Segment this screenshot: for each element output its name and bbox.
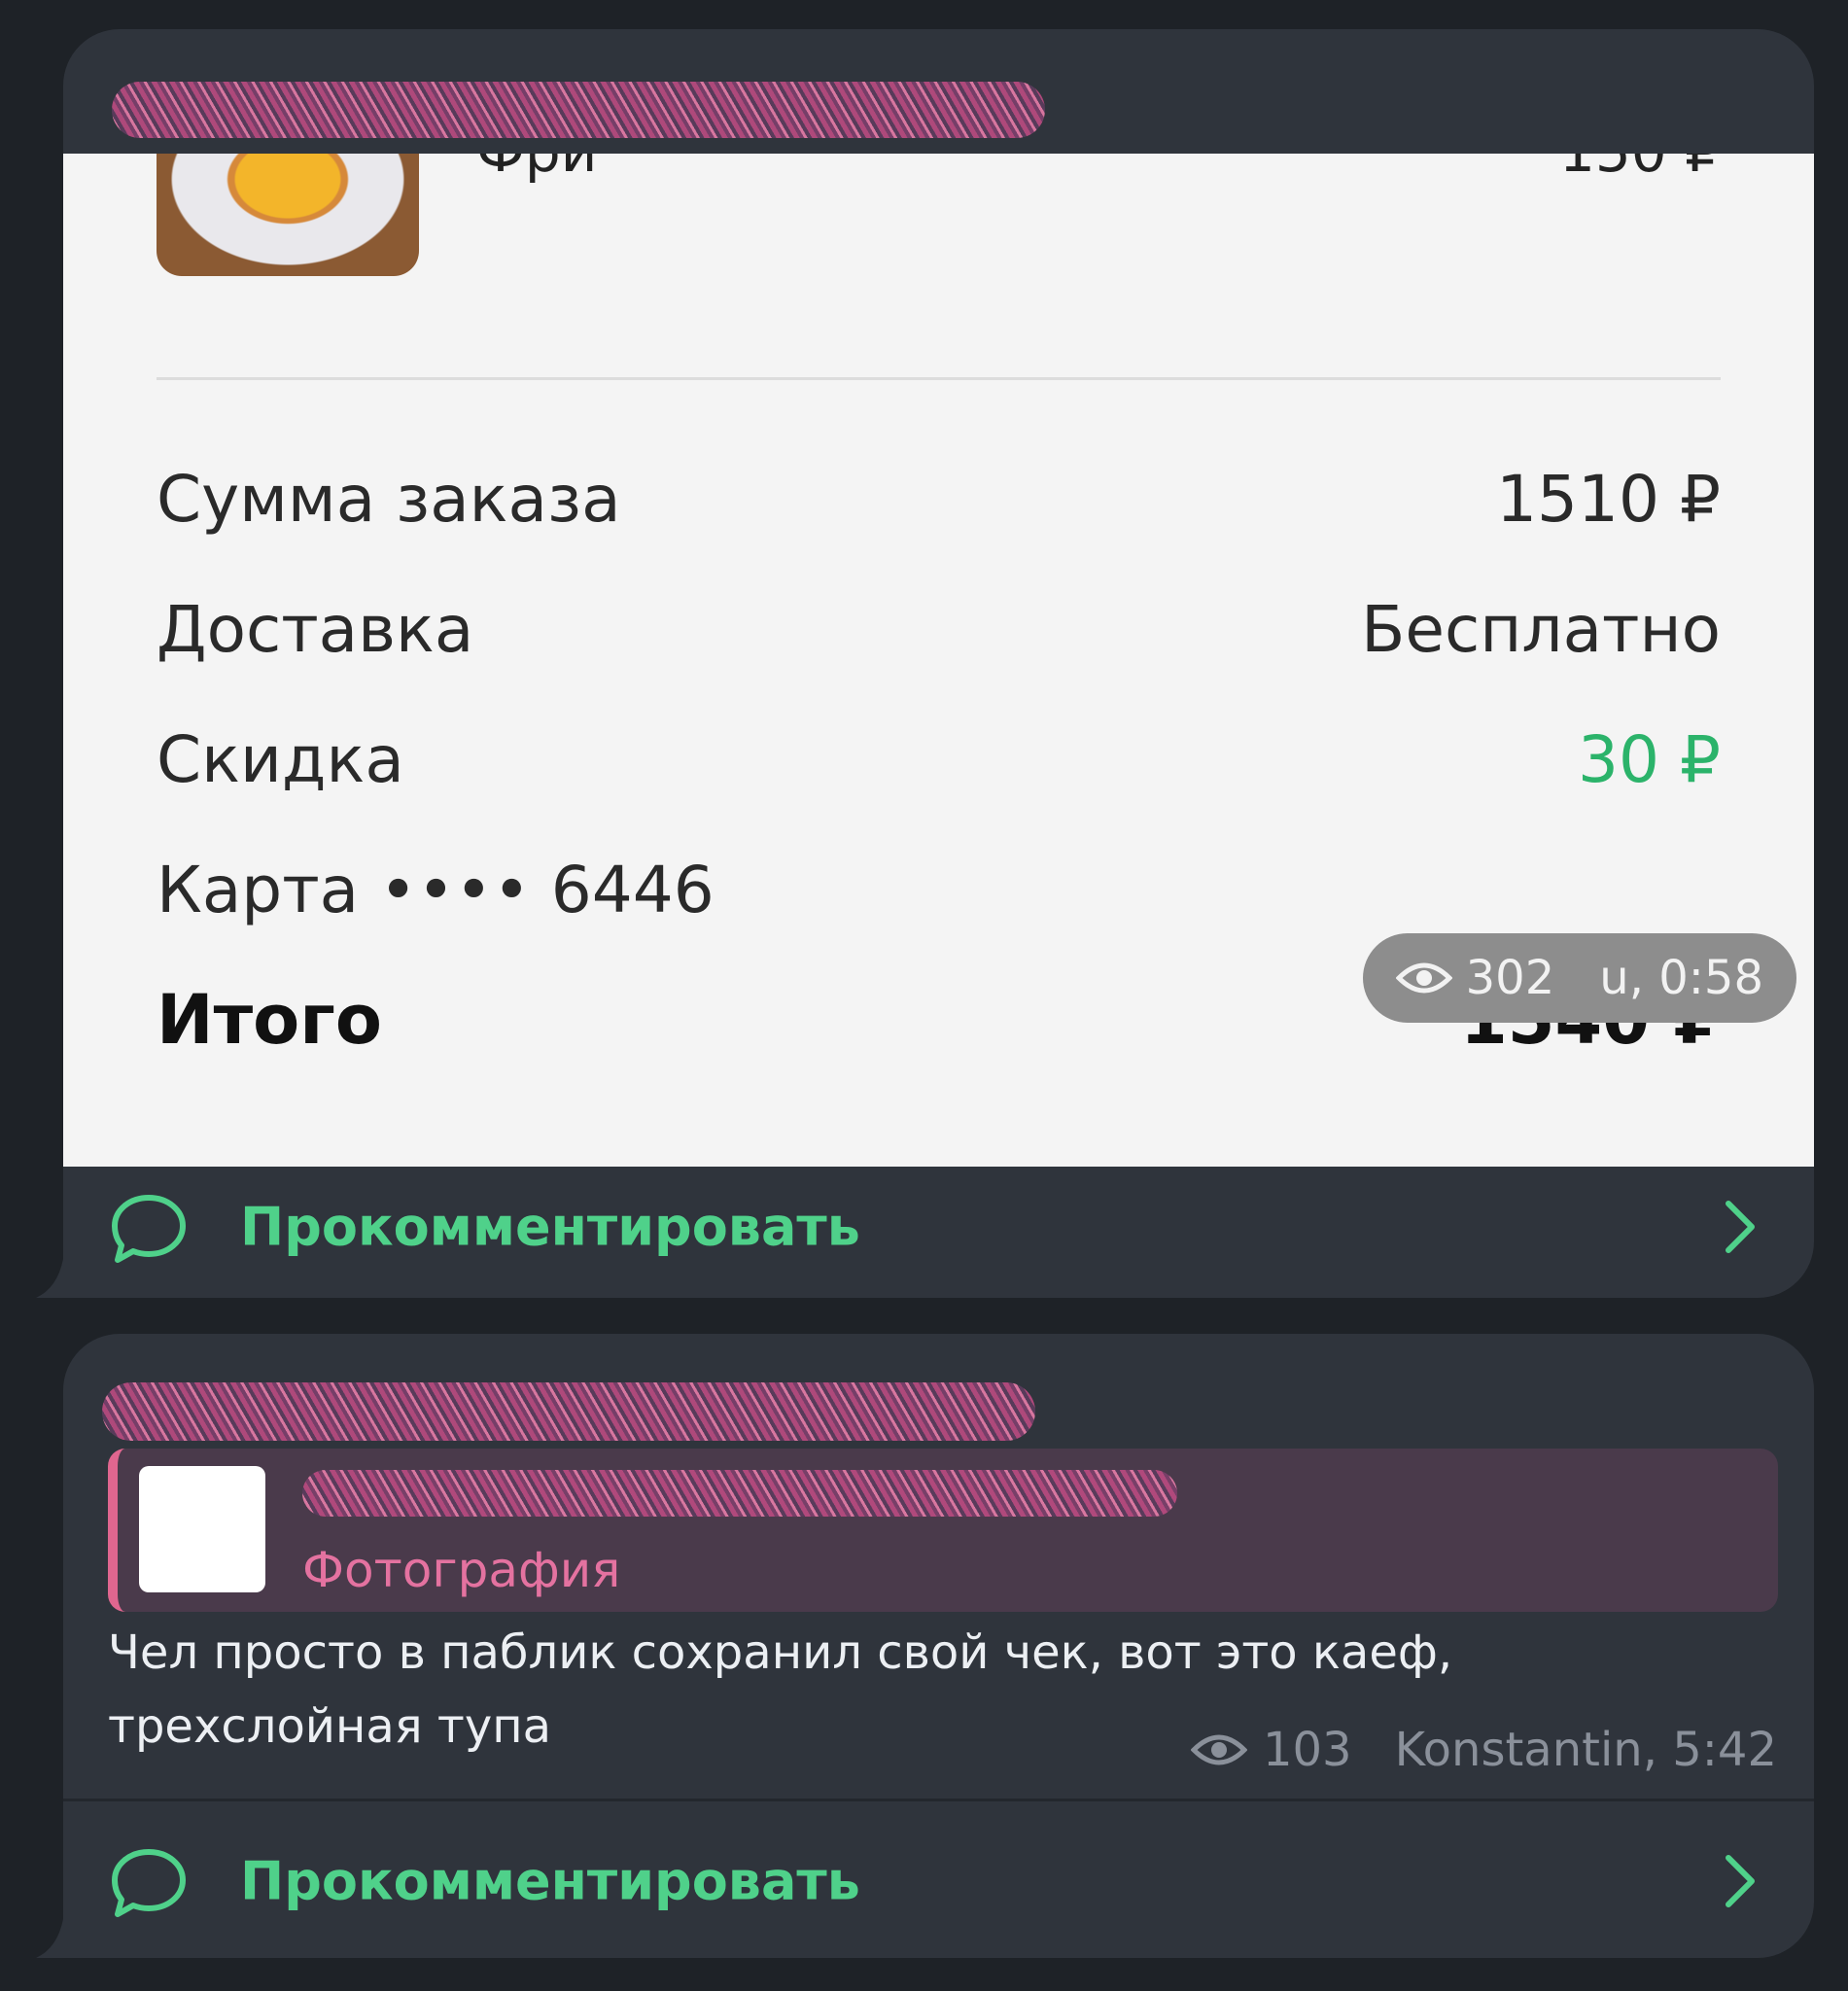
comment-bubble-icon bbox=[112, 1849, 186, 1917]
receipt-row-label: Карта •••• 6446 bbox=[157, 852, 715, 927]
fries-image bbox=[157, 154, 419, 276]
comment-button[interactable]: Прокомментировать bbox=[63, 1147, 1814, 1307]
receipt-item-name: Фри bbox=[476, 154, 597, 185]
redacted-quote-author bbox=[302, 1470, 1177, 1517]
receipt-row-delivery: Доставка Бесплатно bbox=[157, 585, 1721, 673]
receipt-row-card: Карта •••• 6446 bbox=[157, 846, 1721, 933]
comment-button[interactable]: Прокомментировать bbox=[63, 1799, 1814, 1961]
receipt-divider bbox=[157, 377, 1721, 380]
post-author-time: u, 0:58 bbox=[1599, 951, 1763, 1005]
view-count: 302 bbox=[1465, 951, 1555, 1005]
reply-quote[interactable]: Фотография bbox=[108, 1449, 1778, 1612]
chevron-right-icon bbox=[1726, 1201, 1755, 1253]
receipt-row-value: Бесплатно bbox=[1361, 591, 1721, 667]
comment-label: Прокомментировать bbox=[240, 1850, 860, 1912]
chevron-right-icon bbox=[1726, 1855, 1755, 1907]
receipt-row-label: Скидка bbox=[157, 721, 404, 797]
receipt-total-label: Итого bbox=[157, 980, 382, 1060]
receipt-row-label: Доставка bbox=[157, 591, 474, 667]
comment-bubble-icon bbox=[112, 1195, 186, 1263]
receipt-row-value: 1510 ₽ bbox=[1496, 461, 1721, 537]
channel-post: Фотография Чел просто в паблик сохранил … bbox=[36, 1334, 1814, 1961]
receipt-item-price: 150 ₽ bbox=[1559, 154, 1721, 185]
receipt-row-discount: Скидка 30 ₽ bbox=[157, 716, 1721, 803]
receipt-row-value: 30 ₽ bbox=[1578, 721, 1721, 797]
quote-thumbnail bbox=[139, 1466, 265, 1592]
post-author-time: Konstantin, 5:42 bbox=[1394, 1723, 1777, 1777]
receipt-row-label: Сумма заказа bbox=[157, 461, 621, 537]
redacted-channel-name bbox=[112, 82, 1045, 138]
post-meta-pill: 302 u, 0:58 bbox=[1362, 933, 1796, 1023]
redacted-channel-name bbox=[102, 1382, 1035, 1441]
eye-icon bbox=[1395, 962, 1452, 994]
eye-icon bbox=[1190, 1734, 1247, 1765]
quote-type-label: Фотография bbox=[302, 1542, 621, 1598]
receipt-row-subtotal: Сумма заказа 1510 ₽ bbox=[157, 455, 1721, 542]
view-count: 103 bbox=[1262, 1723, 1352, 1777]
post-meta: 103 Konstantin, 5:42 bbox=[1190, 1723, 1777, 1777]
comment-label: Прокомментировать bbox=[240, 1196, 860, 1258]
channel-post: Фри 150 ₽ Сумма заказа 1510 ₽ Доставка Б… bbox=[36, 29, 1814, 1298]
